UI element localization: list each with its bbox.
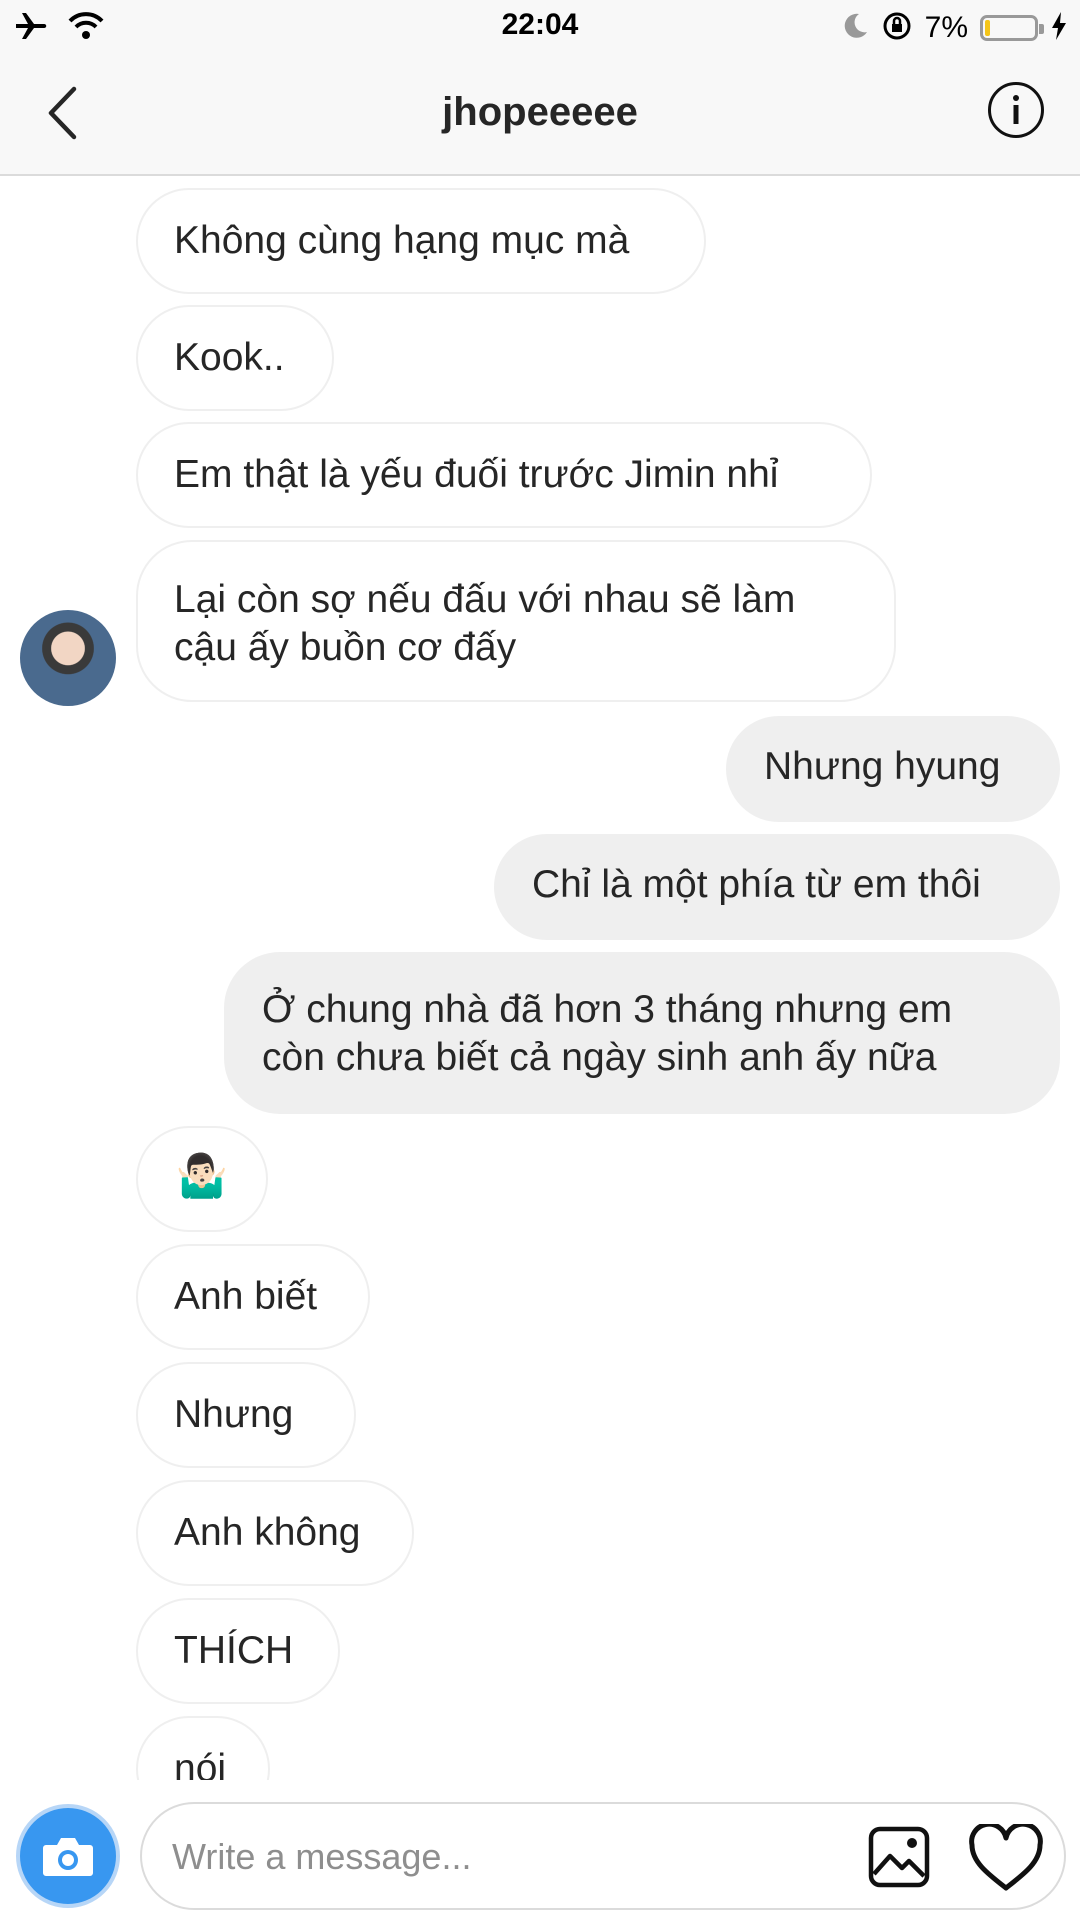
message-bubble-outgoing: Ở chung nhà đã hơn 3 tháng nhưng em còn … xyxy=(224,952,1060,1114)
camera-icon xyxy=(43,1838,93,1876)
message-bubble-outgoing: Chỉ là một phía từ em thôi xyxy=(494,834,1060,940)
message-composer xyxy=(0,1780,1080,1920)
like-button[interactable] xyxy=(966,1818,1046,1898)
message-bubble-incoming: Kook.. xyxy=(136,305,334,411)
charging-icon xyxy=(1050,11,1068,46)
heart-icon xyxy=(969,1824,1043,1891)
chat-header: jhopeeeee xyxy=(0,54,1080,176)
moon-icon xyxy=(843,12,869,45)
avatar[interactable] xyxy=(20,610,116,706)
battery-icon xyxy=(980,15,1044,41)
battery-percent: 7% xyxy=(924,11,968,44)
camera-button[interactable] xyxy=(16,1804,120,1908)
status-right: 7% xyxy=(843,8,1068,48)
message-bubble-incoming: Anh biết xyxy=(136,1244,370,1350)
info-button[interactable] xyxy=(988,82,1044,138)
conversation-title: jhopeeeee xyxy=(442,90,638,134)
info-icon xyxy=(1013,95,1019,124)
orientation-lock-icon xyxy=(881,10,913,47)
message-bubble-outgoing: Nhưng hyung xyxy=(726,716,1060,822)
message-bubble-incoming: Lại còn sợ nếu đấu với nhau sẽ làm cậu ấ… xyxy=(136,540,896,702)
message-bubble-incoming: Anh không xyxy=(136,1480,414,1586)
message-input[interactable] xyxy=(170,1828,734,1886)
gallery-button[interactable] xyxy=(866,1824,932,1890)
status-bar: 22:04 7% xyxy=(0,0,1080,54)
message-bubble-incoming: Em thật là yếu đuối trước Jimin nhỉ xyxy=(136,422,872,528)
gallery-icon xyxy=(868,1826,930,1888)
message-bubble-incoming: nói xyxy=(136,1716,270,1780)
message-bubble-incoming: Không cùng hạng mục mà xyxy=(136,188,706,294)
message-thread[interactable]: Không cùng hạng mục mà Kook.. Em thật là… xyxy=(0,176,1080,1780)
message-field[interactable] xyxy=(140,1802,1066,1910)
message-bubble-incoming: THÍCH xyxy=(136,1598,340,1704)
battery-level xyxy=(985,20,990,36)
message-bubble-incoming: Nhưng xyxy=(136,1362,356,1468)
message-bubble-emoji: 🤷🏻‍♂️ xyxy=(136,1126,268,1232)
